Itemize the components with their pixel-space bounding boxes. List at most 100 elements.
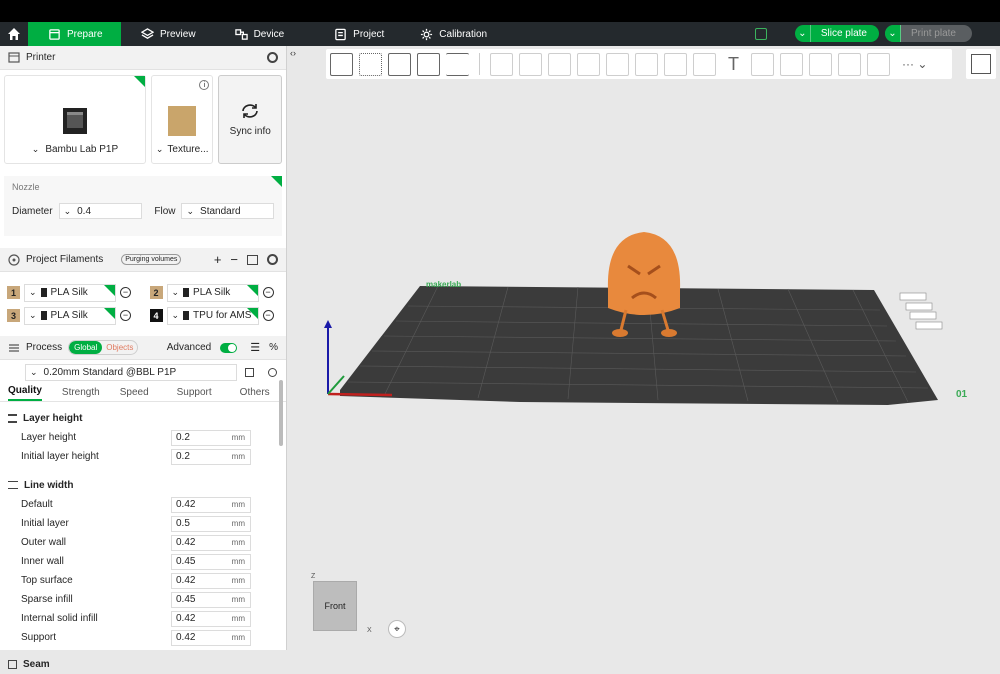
- model-left-foot: [612, 329, 628, 337]
- bambu-logo-icon: [183, 311, 190, 320]
- diameter-select[interactable]: ⌄ 0.4: [58, 203, 143, 219]
- tab-preview[interactable]: Preview: [121, 22, 208, 46]
- filament-slot-1: 1 ⌄ PLA Silk −: [7, 283, 136, 302]
- filament-select[interactable]: ⌄ PLA Silk: [166, 283, 259, 302]
- chevron-down-icon[interactable]: ⌄: [884, 25, 901, 42]
- sidebar-scrollbar[interactable]: [279, 380, 283, 446]
- filament-settings-gear-icon[interactable]: [267, 254, 278, 265]
- setting-label: Sparse infill: [21, 594, 73, 605]
- device-icon: [234, 28, 248, 40]
- filament-select[interactable]: ⌄ TPU for AMS: [166, 306, 259, 325]
- flow-select[interactable]: ⌄ Standard: [181, 203, 274, 219]
- filaments-section-header: Project Filaments Purging volumes + −: [0, 248, 286, 272]
- setting-row: Internal solid infill 0.42 mm: [0, 609, 286, 628]
- filament-select[interactable]: ⌄ PLA Silk: [24, 306, 116, 325]
- advanced-toggle[interactable]: [220, 342, 238, 353]
- preset-name: 0.20mm Standard @BBL P1P: [43, 367, 177, 378]
- filament-name: PLA Silk: [50, 287, 88, 298]
- tab-speed[interactable]: Speed: [120, 387, 149, 401]
- setting-input[interactable]: 0.42 mm: [171, 629, 251, 646]
- home-button[interactable]: [0, 22, 28, 46]
- setting-value: 0.2: [176, 432, 190, 443]
- zoom-to-fit-icon[interactable]: ⌖: [388, 620, 406, 638]
- list-icon[interactable]: ☰: [250, 341, 260, 354]
- info-icon[interactable]: i: [199, 80, 210, 90]
- view-cube-x-label: X: [367, 627, 372, 634]
- setting-input[interactable]: 0.42 mm: [171, 534, 251, 551]
- plate-select-card[interactable]: i ⌄ Texture...: [150, 75, 214, 164]
- sync-info-button[interactable]: Sync info: [218, 75, 282, 164]
- tab-quality[interactable]: Quality: [8, 385, 42, 401]
- toolbar-right: ⌄ Slice plate ⌄ Print plate: [754, 25, 972, 42]
- sync-ams-icon[interactable]: [247, 254, 258, 265]
- add-filament-icon[interactable]: +: [214, 252, 222, 267]
- unit-label: mm: [231, 633, 245, 642]
- unit-label: mm: [231, 433, 245, 442]
- process-preset-select[interactable]: ⌄ 0.20mm Standard @BBL P1P: [25, 364, 237, 381]
- setting-label: Inner wall: [21, 556, 64, 567]
- view-cube-z-label: Z: [311, 573, 316, 580]
- compare-icon[interactable]: %: [269, 342, 278, 353]
- remove-filament-button[interactable]: −: [262, 310, 274, 321]
- tab-others[interactable]: Others: [240, 387, 270, 401]
- printer-select-card[interactable]: ⌄ Bambu Lab P1P: [4, 75, 146, 164]
- print-plate-label: Print plate: [910, 28, 956, 39]
- model-body: [607, 232, 681, 315]
- bambu-logo-icon: [40, 311, 47, 320]
- home-icon: [8, 28, 20, 40]
- remove-filament-button[interactable]: −: [120, 310, 131, 321]
- filament-list: 1 ⌄ PLA Silk − 2 ⌄ PLA Silk − 3 ⌄ PLA Si…: [0, 272, 286, 333]
- process-section-header: Process Global Objects Advanced ☰ %: [0, 336, 286, 360]
- tab-project[interactable]: Project: [296, 22, 396, 46]
- view-cube-label: Front: [324, 601, 346, 611]
- modified-flag-icon: [104, 307, 115, 319]
- global-objects-switch[interactable]: Global Objects: [68, 340, 139, 355]
- tab-project-label: Project: [353, 28, 385, 40]
- process-icon: [9, 343, 19, 352]
- print-plate-button[interactable]: ⌄ Print plate: [884, 25, 972, 42]
- remove-filament-button[interactable]: −: [262, 287, 274, 298]
- tab-device[interactable]: Device: [208, 22, 297, 46]
- bambu-logo-icon: [183, 288, 190, 297]
- nozzle-panel: Nozzle Diameter ⌄ 0.4 Flow ⌄ Standard: [4, 176, 282, 236]
- z-axis-arrow: [324, 320, 332, 328]
- save-preset-icon[interactable]: [245, 368, 254, 377]
- filament-select[interactable]: ⌄ PLA Silk: [24, 283, 116, 302]
- view-cube[interactable]: Front: [313, 581, 357, 631]
- chevron-down-icon: ⌄: [29, 310, 37, 320]
- line-width-icon: [8, 481, 18, 489]
- objects-option[interactable]: Objects: [102, 341, 137, 354]
- search-icon[interactable]: [268, 368, 277, 377]
- printer-settings-gear-icon[interactable]: [267, 52, 278, 63]
- purging-volumes-button[interactable]: Purging volumes: [121, 254, 182, 265]
- window-titlebar: [0, 0, 1000, 22]
- slice-plate-button[interactable]: ⌄ Slice plate: [794, 25, 879, 42]
- filament-number: 4: [149, 309, 163, 322]
- setting-label: Initial layer: [21, 518, 69, 529]
- global-option[interactable]: Global: [69, 341, 103, 354]
- tab-prepare[interactable]: Prepare: [28, 22, 121, 46]
- filament-name: PLA Silk: [193, 287, 231, 298]
- setting-input[interactable]: 0.5 mm: [171, 515, 251, 532]
- tab-support[interactable]: Support: [177, 387, 212, 401]
- setting-input[interactable]: 0.42 mm: [171, 572, 251, 589]
- filament-spool-icon: [8, 253, 20, 266]
- tab-strength[interactable]: Strength: [62, 387, 100, 401]
- tab-calibration[interactable]: Calibration: [396, 22, 499, 46]
- setting-input[interactable]: 0.42 mm: [171, 496, 251, 513]
- unit-label: mm: [231, 538, 245, 547]
- setting-input[interactable]: 0.42 mm: [171, 610, 251, 627]
- multi-device-icon[interactable]: [754, 27, 767, 40]
- setting-value: 0.45: [176, 556, 196, 567]
- setting-input[interactable]: 0.45 mm: [171, 591, 251, 608]
- 3d-viewport[interactable]: ‹› T ··· ⌄ makerlab 01 Z Front X ⌖: [288, 46, 1000, 650]
- remove-filament-button[interactable]: −: [120, 287, 131, 298]
- remove-filament-icon[interactable]: −: [230, 252, 238, 267]
- setting-input[interactable]: 0.2 mm: [171, 448, 251, 465]
- unit-label: mm: [231, 452, 245, 461]
- setting-input[interactable]: 0.2 mm: [171, 429, 251, 446]
- setting-row: Default 0.42 mm: [0, 495, 286, 514]
- filament-number: 2: [149, 286, 163, 299]
- chevron-down-icon[interactable]: ⌄: [795, 25, 811, 42]
- setting-input[interactable]: 0.45 mm: [171, 553, 251, 570]
